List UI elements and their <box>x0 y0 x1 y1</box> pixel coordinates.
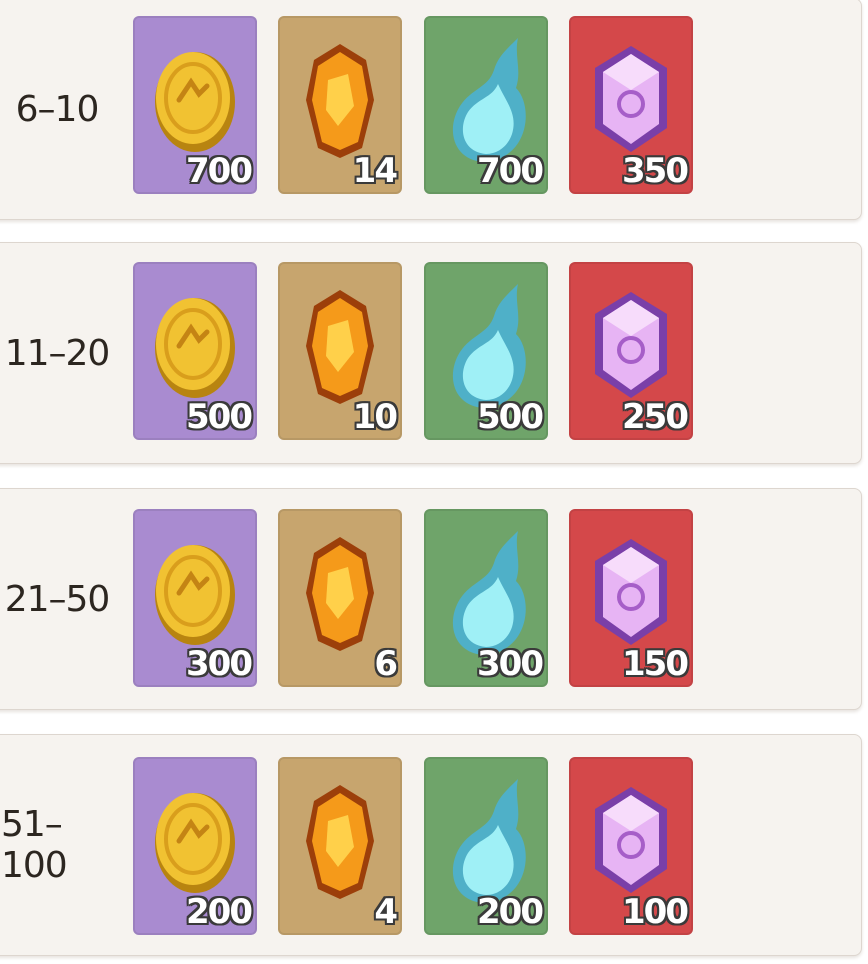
reward-tile-coin[interactable]: 200 <box>133 757 257 935</box>
reward-tile-gem[interactable]: 150 <box>569 509 693 687</box>
reward-quantity: 6 <box>374 644 398 684</box>
reward-quantity: 14 <box>352 151 398 191</box>
reward-quantity: 250 <box>622 397 689 437</box>
reward-quantity: 500 <box>186 397 253 437</box>
reward-quantity: 500 <box>477 397 544 437</box>
reward-tile-spirit[interactable]: 500 <box>424 262 548 440</box>
rank-range: 21–50 <box>4 578 111 620</box>
reward-tile-crystal[interactable]: 4 <box>278 757 402 935</box>
reward-quantity: 700 <box>477 151 544 191</box>
reward-row: 51–100 200 4 200 100 <box>0 734 862 956</box>
reward-tile-coin[interactable]: 300 <box>133 509 257 687</box>
reward-tile-crystal[interactable]: 14 <box>278 16 402 194</box>
reward-tile-coin[interactable]: 700 <box>133 16 257 194</box>
reward-tile-crystal[interactable]: 6 <box>278 509 402 687</box>
reward-quantity: 10 <box>352 397 398 437</box>
reward-tile-spirit[interactable]: 700 <box>424 16 548 194</box>
reward-quantity: 300 <box>186 644 253 684</box>
reward-quantity: 200 <box>477 892 544 932</box>
rank-rewards-board: 6–10 700 14 700 350 11–20 500 10 500 250… <box>0 0 868 964</box>
reward-row: 6–10 700 14 700 350 <box>0 0 862 220</box>
reward-quantity: 200 <box>186 892 253 932</box>
reward-quantity: 350 <box>622 151 689 191</box>
reward-quantity: 300 <box>477 644 544 684</box>
reward-quantity: 4 <box>374 892 398 932</box>
reward-quantity: 700 <box>186 151 253 191</box>
reward-tile-gem[interactable]: 350 <box>569 16 693 194</box>
reward-quantity: 100 <box>622 892 689 932</box>
reward-tile-gem[interactable]: 250 <box>569 262 693 440</box>
reward-row: 21–50 300 6 300 150 <box>0 488 862 710</box>
reward-tile-coin[interactable]: 500 <box>133 262 257 440</box>
reward-tile-crystal[interactable]: 10 <box>278 262 402 440</box>
reward-tile-spirit[interactable]: 200 <box>424 757 548 935</box>
rank-range: 11–20 <box>4 332 111 374</box>
reward-tile-gem[interactable]: 100 <box>569 757 693 935</box>
reward-row: 11–20 500 10 500 250 <box>0 242 862 464</box>
reward-quantity: 150 <box>622 644 689 684</box>
rank-range: 6–10 <box>15 88 100 130</box>
rank-range: 51–100 <box>1 804 68 886</box>
reward-tile-spirit[interactable]: 300 <box>424 509 548 687</box>
